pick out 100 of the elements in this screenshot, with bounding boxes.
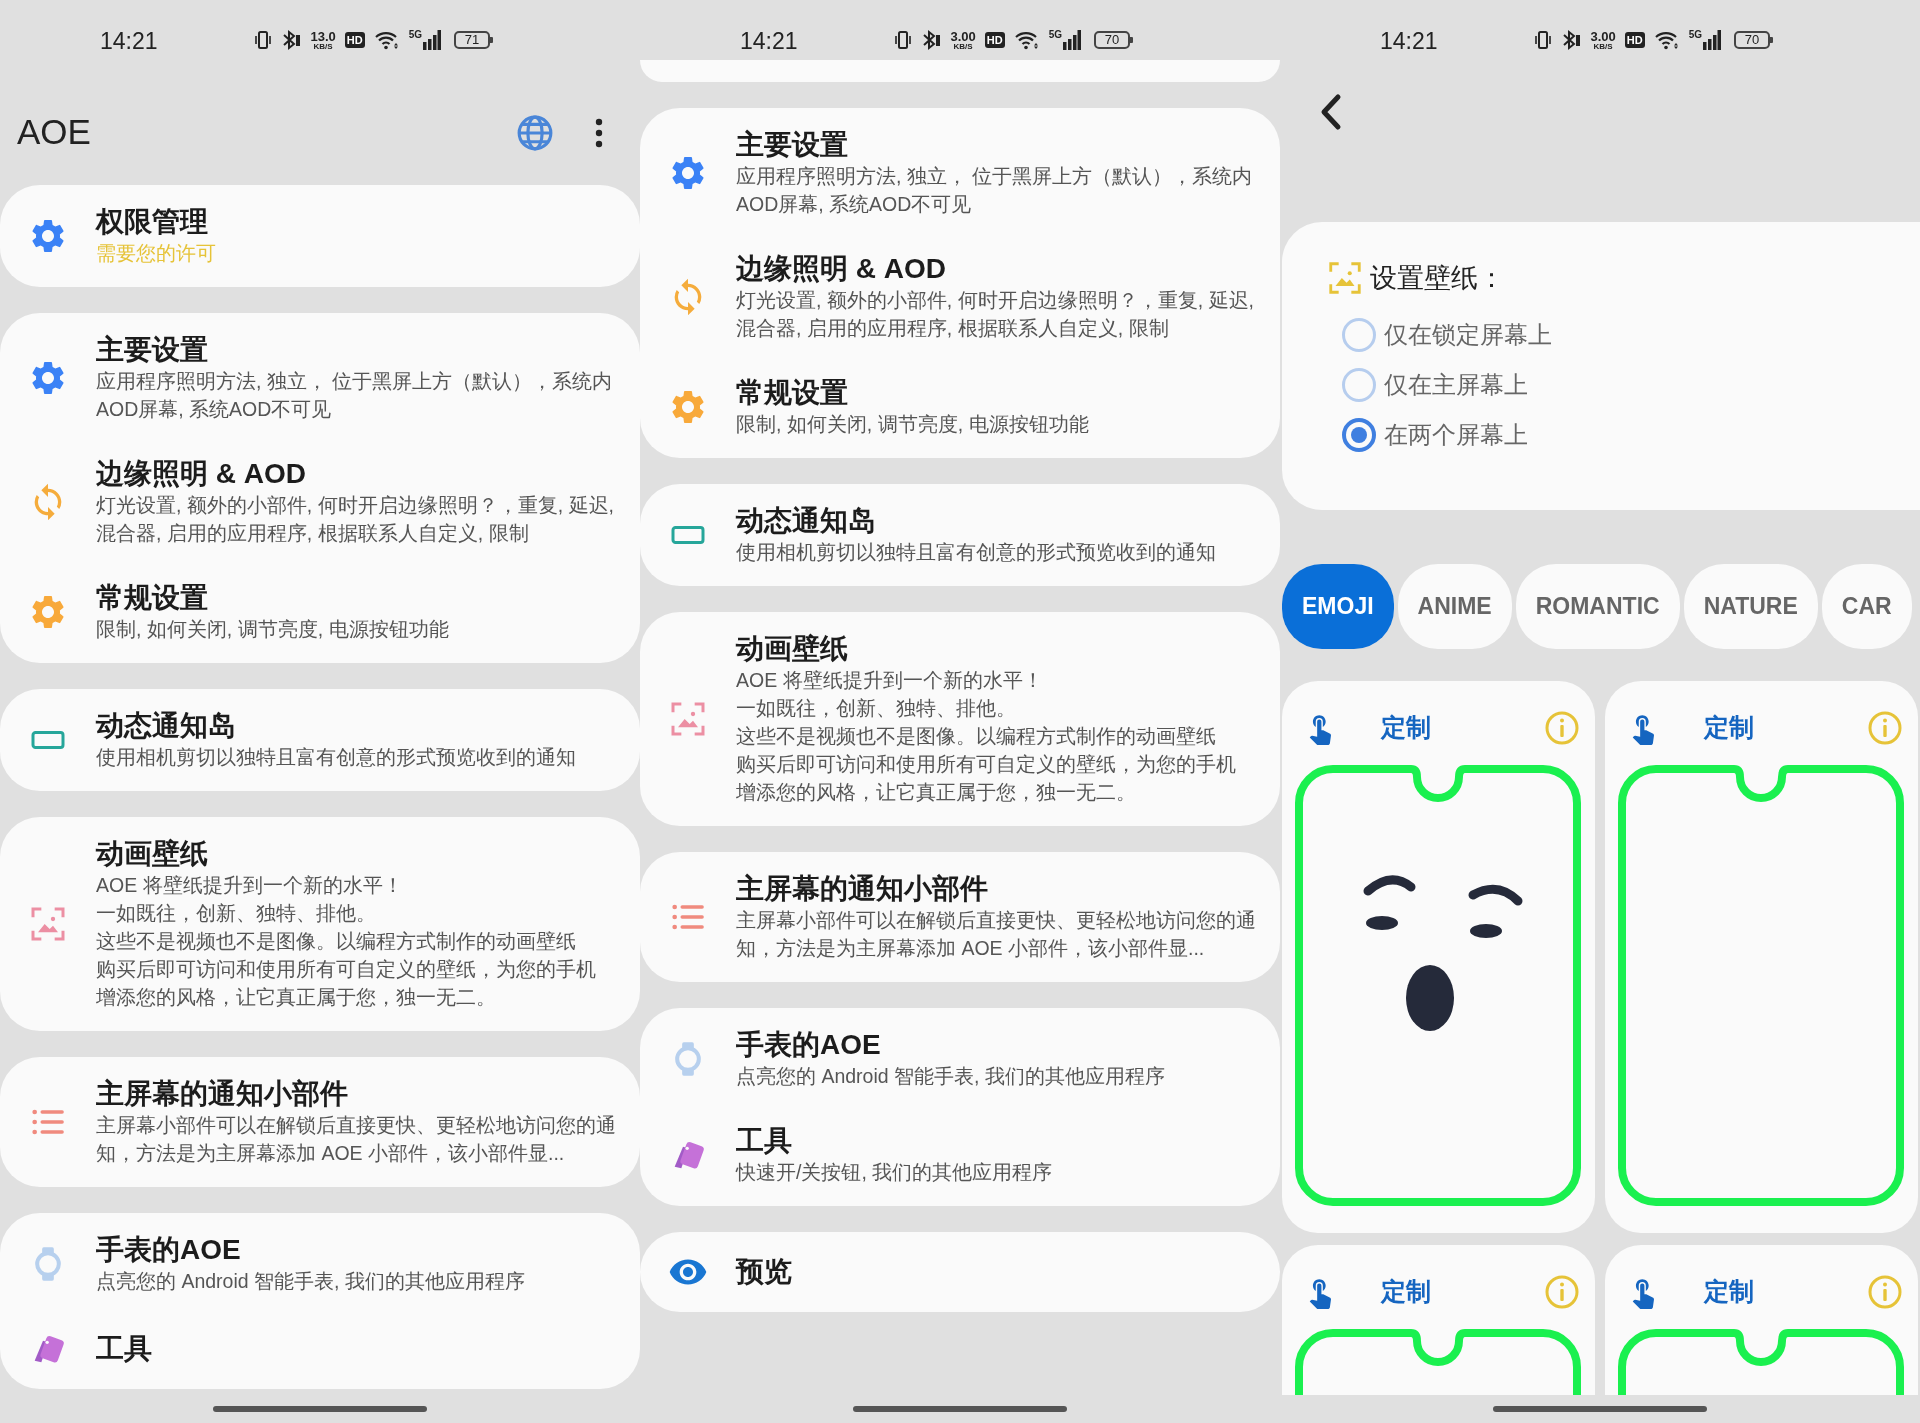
menu-item[interactable]: 工具 快速开/关按钮, 我们的其他应用程序	[640, 1116, 1280, 1194]
item-description: 灯光设置, 额外的小部件, 何时开启边缘照明？，重复, 延迟, 混合器, 启用的应用程序, 根据联系人自定义, 限制	[736, 288, 1255, 341]
item-description: 使用相机剪切以独特且富有创意的形式预览收到的通知	[96, 745, 576, 770]
item-title: 手表的AOE	[96, 1233, 242, 1267]
app-title: AOE	[17, 111, 91, 154]
wallpaper-card[interactable]: 定制	[1282, 681, 1595, 1233]
status-time: 14:21	[740, 26, 798, 56]
item-description: 限制, 如何关闭, 调节亮度, 电源按钮功能	[96, 617, 449, 642]
description-line: 这些不是视频也不是图像。以编程方式制作的动画壁纸	[96, 929, 577, 954]
home-indicator[interactable]	[853, 1406, 1067, 1412]
menu-item[interactable]: 主屏幕的通知小部件 主屏幕小部件可以在解锁后直接更快、更轻松地访问您的通知，方法是为主屏幕添加 AOE 小部件，该小部件显...	[0, 1069, 640, 1175]
item-description: 点亮您的 Android 智能手表, 我们的其他应用程序	[736, 1064, 1165, 1089]
radio-button[interactable]	[1342, 317, 1376, 352]
bluetooth-icon	[921, 29, 942, 51]
menu-item[interactable]: 主要设置 应用程序照明方法, 独立， 位于黑屏上方（默认），系统内AOD屏幕, 系统AOD不可见	[0, 325, 640, 431]
category-tab[interactable]: NATURE	[1683, 564, 1818, 649]
description-line: 一如既往，创新、独特、排他。	[96, 901, 377, 926]
battery-indicator: 70	[1734, 31, 1770, 49]
menu-item[interactable]: 手表的AOE 点亮您的 Android 智能手表, 我们的其他应用程序	[640, 1020, 1280, 1098]
info-icon[interactable]	[1544, 710, 1580, 746]
category-tab[interactable]: EMOJI	[1282, 564, 1394, 649]
description-line: 购买后即可访问和使用所有可自定义的壁纸，为您的手机	[736, 752, 1236, 777]
option-label: 仅在主屏幕上	[1384, 369, 1528, 400]
hd-badge: HD	[1624, 32, 1645, 48]
menu-item[interactable]: 工具	[0, 1321, 640, 1377]
signal-icon	[423, 30, 441, 50]
speed-unit: KB/S	[313, 42, 333, 51]
item-title: 主屏幕的通知小部件	[96, 1077, 349, 1111]
wifi-icon	[1013, 30, 1040, 50]
wallpaper-card[interactable]: 定制	[1282, 1245, 1595, 1395]
category-tab[interactable]: CAR	[1821, 564, 1912, 649]
speed-value: 3.00	[1590, 29, 1616, 43]
description-line: 这些不是视频也不是图像。以编程方式制作的动画壁纸	[736, 724, 1217, 749]
menu-item[interactable]: 动画壁纸 AOE 将壁纸提升到一个新的水平！ 一如既往，创新、独特、排他。 这些不是视频也不是图像。以编程方式制作的动画壁纸 购买后即可访问和使用所有可自定义的壁纸，为您的手机 增添您的风格，让它真正属于您，独一无二。	[0, 829, 640, 1019]
radio-button[interactable]	[1342, 367, 1376, 402]
description-line: 购买后即可访问和使用所有可自定义的壁纸，为您的手机	[96, 957, 596, 982]
option-label: 仅在锁定屏幕上	[1384, 319, 1552, 350]
vibrate-icon	[894, 29, 913, 51]
description-line: 增添您的风格，让它真正属于您，独一无二。	[736, 780, 1137, 805]
speed-value: 13.0	[310, 29, 336, 43]
item-description: 使用相机剪切以独特且富有创意的形式预览收到的通知	[736, 540, 1216, 565]
item-description: 点亮您的 Android 智能手表, 我们的其他应用程序	[96, 1269, 525, 1294]
description-line: AOE 将壁纸提升到一个新的水平！	[736, 668, 1044, 693]
home-indicator[interactable]	[213, 1406, 427, 1412]
speed-value: 3.00	[950, 29, 976, 43]
customize-label[interactable]: 定制	[1704, 1273, 1867, 1311]
item-title: 边缘照明 & AOD	[96, 457, 307, 491]
radio-button[interactable]	[1342, 417, 1376, 452]
section-title: 设置壁纸：	[1370, 262, 1505, 295]
menu-item[interactable]: 预览	[640, 1244, 1280, 1300]
info-icon[interactable]	[1544, 1274, 1580, 1310]
customize-label[interactable]: 定制	[1381, 1273, 1544, 1311]
status-time: 14:21	[1380, 26, 1438, 56]
description-line: AOE 将壁纸提升到一个新的水平！	[96, 873, 404, 898]
permission-note: 需要您的许可	[96, 241, 216, 266]
description-line: 增添您的风格，让它真正属于您，独一无二。	[96, 985, 497, 1010]
item-description: 应用程序照明方法, 独立， 位于黑屏上方（默认），系统内AOD屏幕, 系统AOD不可见	[736, 164, 1254, 217]
description-line: 一如既往，创新、独特、排他。	[736, 696, 1017, 721]
menu-item[interactable]: 主屏幕的通知小部件 主屏幕小部件可以在解锁后直接更快、更轻松地访问您的通知，方法是为主屏幕添加 AOE 小部件，该小部件显...	[640, 864, 1280, 970]
network-type: 5G	[408, 30, 422, 40]
item-title: 权限管理	[96, 205, 209, 239]
info-icon[interactable]	[1867, 710, 1903, 746]
bluetooth-icon	[281, 29, 302, 51]
item-title: 手表的AOE	[736, 1028, 882, 1062]
signal-icon	[1703, 30, 1721, 50]
network-type: 5G	[1048, 30, 1062, 40]
item-title: 预览	[736, 1255, 792, 1289]
item-title: 常规设置	[736, 376, 849, 410]
category-tab[interactable]: ANIME	[1397, 564, 1512, 649]
menu-item[interactable]: 常规设置 限制, 如何关闭, 调节亮度, 电源按钮功能	[0, 573, 640, 651]
hd-badge: HD	[984, 32, 1005, 48]
item-title: 常规设置	[96, 581, 209, 615]
menu-item[interactable]: 动态通知岛 使用相机剪切以独特且富有创意的形式预览收到的通知	[0, 701, 640, 779]
globe-icon[interactable]	[516, 113, 554, 152]
item-title: 工具	[96, 1332, 152, 1366]
item-description: 主屏幕小部件可以在解锁后直接更快、更轻松地访问您的通知，方法是为主屏幕添加 AOE 小部件，该小部件显...	[736, 908, 1257, 961]
customize-label[interactable]: 定制	[1381, 709, 1544, 747]
menu-item[interactable]: 权限管理 需要您的许可	[0, 197, 640, 275]
menu-item[interactable]: 边缘照明 & AOD 灯光设置, 额外的小部件, 何时开启边缘照明？，重复, 延迟, 混合器, 启用的应用程序, 根据联系人自定义, 限制	[0, 449, 640, 555]
wallpaper-card[interactable]: 定制	[1605, 681, 1918, 1233]
home-indicator[interactable]	[1493, 1406, 1707, 1412]
menu-item[interactable]: 边缘照明 & AOD 灯光设置, 额外的小部件, 何时开启边缘照明？，重复, 延迟, 混合器, 启用的应用程序, 根据联系人自定义, 限制	[640, 244, 1280, 350]
bluetooth-icon	[1561, 29, 1582, 51]
item-description: 应用程序照明方法, 独立， 位于黑屏上方（默认），系统内AOD屏幕, 系统AOD不可见	[96, 369, 614, 422]
speed-unit: KB/S	[1593, 42, 1613, 51]
item-description: 限制, 如何关闭, 调节亮度, 电源按钮功能	[736, 412, 1089, 437]
info-icon[interactable]	[1867, 1274, 1903, 1310]
wallpaper-card[interactable]: 定制	[1605, 1245, 1918, 1395]
wifi-icon	[373, 30, 400, 50]
item-title: 动态通知岛	[96, 709, 237, 743]
customize-label[interactable]: 定制	[1704, 709, 1867, 747]
category-tab[interactable]: ROMANTIC	[1515, 564, 1680, 649]
more-options-icon[interactable]	[594, 117, 604, 148]
menu-item[interactable]: 动画壁纸 AOE 将壁纸提升到一个新的水平！ 一如既往，创新、独特、排他。 这些不是视频也不是图像。以编程方式制作的动画壁纸 购买后即可访问和使用所有可自定义的壁纸，为您的手机 增添您的风格，让它真正属于您，独一无二。	[640, 624, 1280, 814]
menu-item[interactable]: 手表的AOE 点亮您的 Android 智能手表, 我们的其他应用程序	[0, 1225, 640, 1303]
menu-item[interactable]: 常规设置 限制, 如何关闭, 调节亮度, 电源按钮功能	[640, 368, 1280, 446]
vibrate-icon	[1534, 29, 1553, 51]
menu-item[interactable]: 主要设置 应用程序照明方法, 独立， 位于黑屏上方（默认），系统内AOD屏幕, 系统AOD不可见	[640, 120, 1280, 226]
item-title: 主要设置	[96, 333, 209, 367]
menu-item[interactable]: 动态通知岛 使用相机剪切以独特且富有创意的形式预览收到的通知	[640, 496, 1280, 574]
